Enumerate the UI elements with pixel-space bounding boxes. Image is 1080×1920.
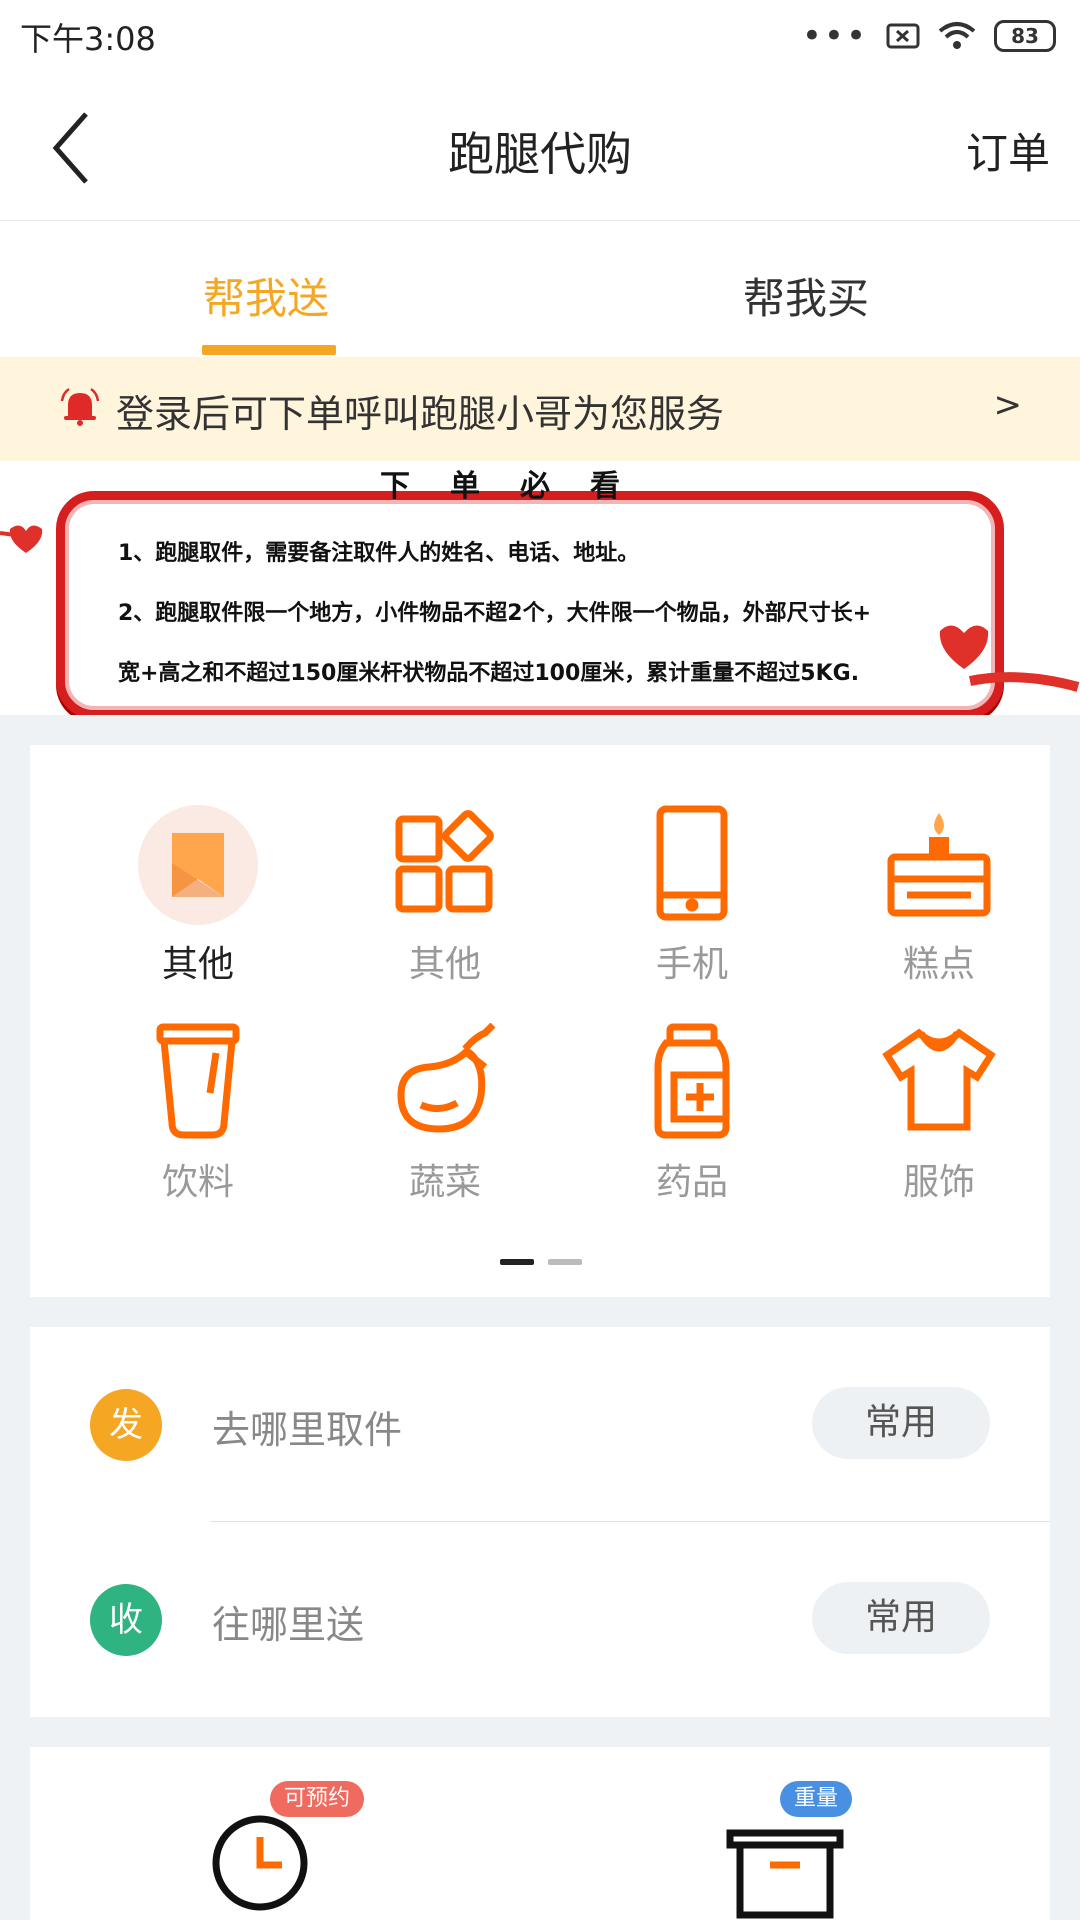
- category-label: 糕点: [902, 944, 975, 985]
- rules-banner: 下单必看 1、跑腿取件，需要备注取件人的姓名、电话、地址。 2、跑腿取件限一个地…: [0, 461, 1080, 715]
- medicine-icon: [632, 1023, 752, 1143]
- tab-active-indicator: [202, 345, 336, 355]
- category-label: 饮料: [161, 1162, 234, 1203]
- page-indicator: [500, 1259, 582, 1265]
- heart-right-decoration: [939, 625, 1080, 692]
- page-title: 跑腿代购: [448, 127, 632, 181]
- bell-icon: [60, 387, 100, 426]
- category-phone[interactable]: 手机: [602, 805, 782, 987]
- category-vegetable[interactable]: 蔬菜: [355, 1022, 535, 1205]
- clock-icon: [212, 1815, 308, 1911]
- pickup-badge: 发: [90, 1389, 162, 1461]
- rule-line-1: 1、跑腿取件，需要备注取件人的姓名、电话、地址。: [118, 541, 640, 566]
- weight-option[interactable]: [720, 1803, 850, 1920]
- category-label: 手机: [655, 944, 728, 985]
- box-icon: [726, 1829, 844, 1919]
- orders-link[interactable]: 订单: [966, 120, 1050, 181]
- dropoff-row[interactable]: 收 往哪里送 常用: [30, 1522, 1050, 1716]
- status-time: 下午3:08: [20, 20, 156, 58]
- phone-icon: [632, 805, 752, 925]
- wifi-icon: [938, 22, 976, 49]
- category-other[interactable]: 其他: [355, 805, 535, 987]
- dropoff-input[interactable]: 往哪里送: [212, 1594, 364, 1649]
- category-other-selected[interactable]: 其他: [108, 805, 288, 987]
- eggplant-icon: [385, 1022, 505, 1143]
- schedule-option[interactable]: [210, 1803, 330, 1920]
- notice-text: 登录后可下单呼叫跑腿小哥为您服务: [116, 392, 725, 436]
- category-label: 其他: [408, 944, 481, 985]
- sim-icon: [886, 23, 920, 49]
- options-card: 可预约 重量: [30, 1747, 1050, 1920]
- battery-icon: 83: [994, 20, 1056, 52]
- pickup-row[interactable]: 发 去哪里取件 常用: [30, 1327, 1050, 1521]
- pickup-common-button[interactable]: 常用: [812, 1387, 990, 1459]
- notice-arrow: >: [993, 385, 1023, 425]
- category-medicine[interactable]: 药品: [602, 1023, 782, 1205]
- banner-title: 下单必看: [380, 469, 660, 504]
- cup-icon: [138, 1023, 258, 1143]
- tab-help-send[interactable]: 帮我送: [203, 265, 329, 326]
- nav-header: 跑腿代购 订单: [0, 72, 1080, 221]
- bookmark-icon: [138, 805, 258, 925]
- status-icons: ••• 83: [801, 16, 1056, 56]
- rule-line-2: 2、跑腿取件限一个地方，小件物品不超2个，大件限一个物品，外部尺寸长+: [118, 601, 872, 626]
- tab-help-buy[interactable]: 帮我买: [743, 265, 869, 326]
- battery-level: 83: [1011, 24, 1039, 48]
- shirt-icon: [879, 1023, 999, 1143]
- grid-icon: [385, 805, 505, 925]
- weight-badge: 重量: [780, 1781, 853, 1817]
- category-drink[interactable]: 饮料: [108, 1023, 288, 1205]
- dropoff-common-button[interactable]: 常用: [812, 1582, 990, 1654]
- page-dot-active: [500, 1259, 534, 1265]
- category-cake[interactable]: 糕点: [849, 805, 1029, 987]
- pickup-input[interactable]: 去哪里取件: [212, 1399, 402, 1454]
- more-dots-icon: •••: [801, 16, 868, 56]
- category-label: 蔬菜: [408, 1162, 481, 1203]
- category-label: 服饰: [902, 1162, 975, 1203]
- dropoff-badge: 收: [90, 1584, 162, 1656]
- category-card: 其他 其他 手机 糕点 饮料 蔬菜 药品 服饰: [30, 745, 1050, 1297]
- address-card: 发 去哪里取件 常用 收 往哪里送 常用: [30, 1327, 1050, 1717]
- category-label: 其他: [161, 944, 234, 985]
- category-label: 药品: [655, 1162, 728, 1203]
- page-dot: [548, 1259, 582, 1265]
- status-bar: 下午3:08 ••• 83: [0, 0, 1080, 72]
- category-clothing[interactable]: 服饰: [849, 1023, 1029, 1205]
- tab-bar: 帮我送 帮我买: [0, 221, 1080, 357]
- login-notice[interactable]: 登录后可下单呼叫跑腿小哥为您服务 >: [0, 357, 1080, 461]
- cake-icon: [879, 805, 999, 925]
- schedule-badge: 可预约: [270, 1781, 365, 1817]
- rule-line-3: 宽+高之和不超过150厘米杆状物品不超过100厘米，累计重量不超过5KG.: [118, 661, 860, 686]
